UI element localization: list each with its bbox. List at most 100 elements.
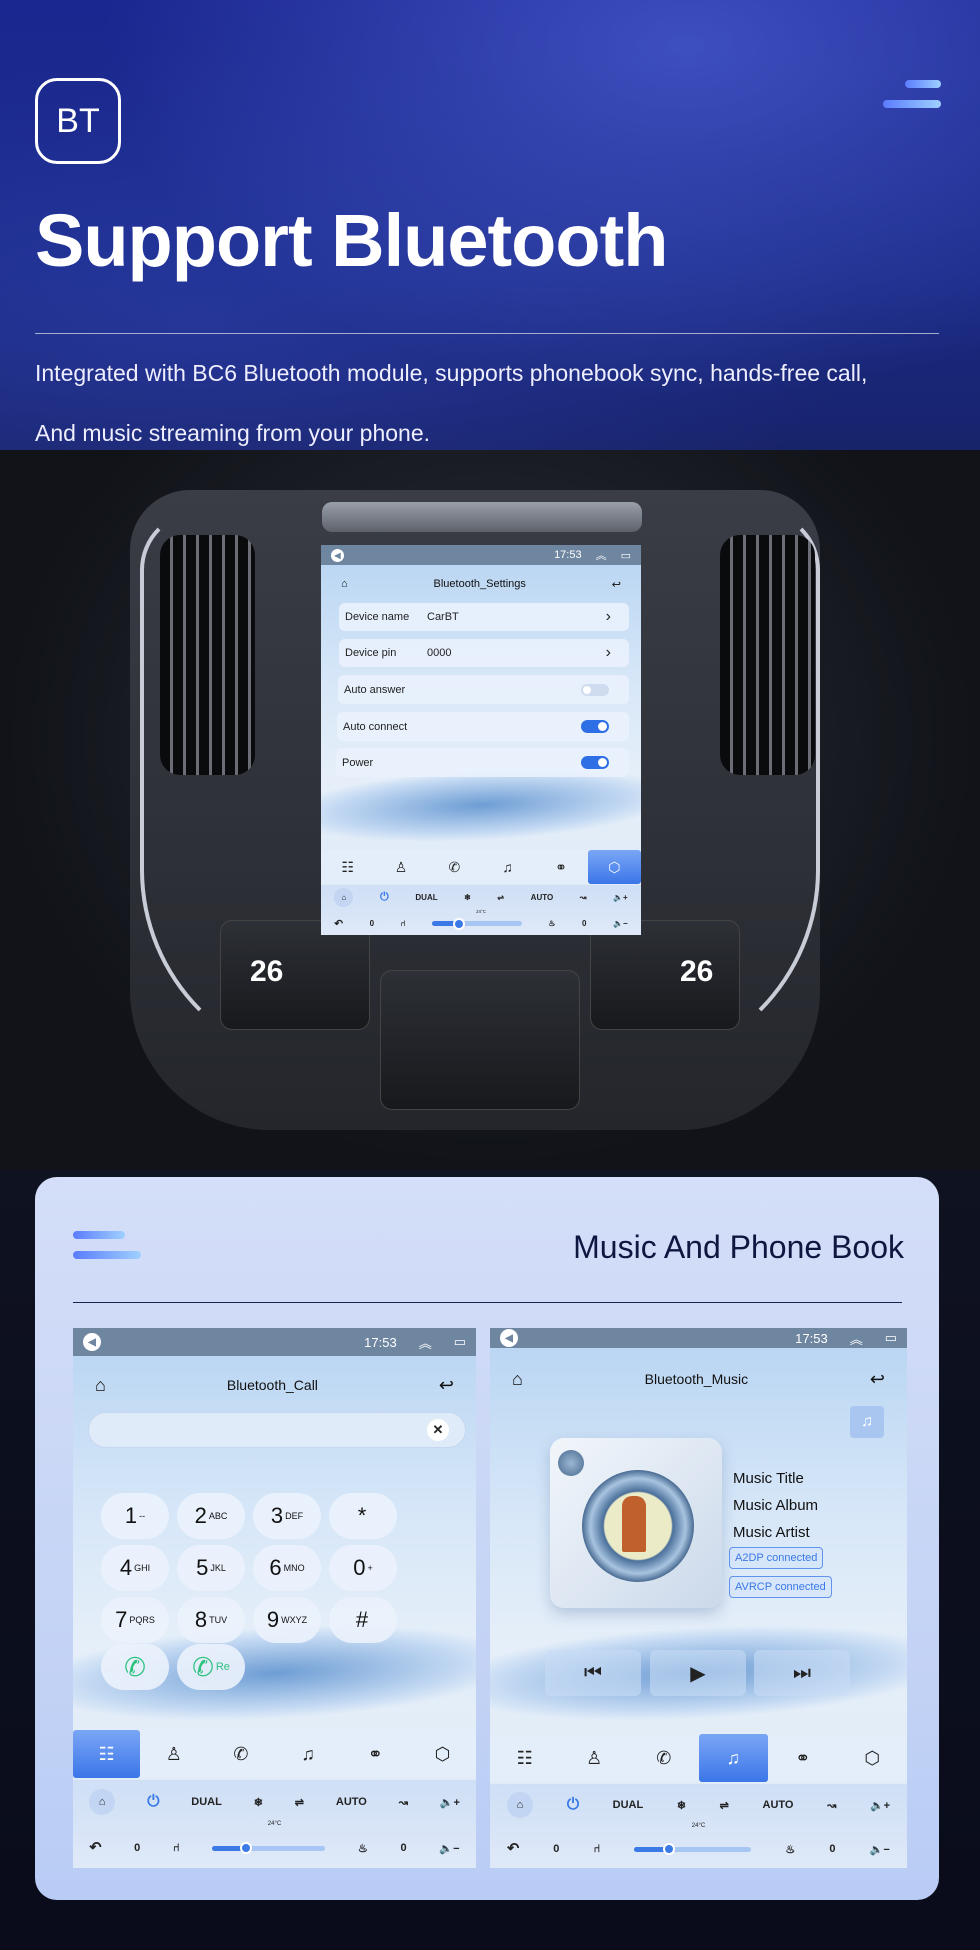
seat-heat-icon[interactable]: ♨ <box>358 1842 368 1855</box>
keypad-key[interactable]: 5 JKL <box>177 1545 245 1591</box>
keypad-key[interactable]: 1 -- <box>101 1493 169 1539</box>
return-icon[interactable]: ↩ <box>612 578 621 591</box>
snowflake-icon[interactable]: ❄ <box>464 893 471 902</box>
collapse-icon[interactable]: ︽ <box>850 1329 863 1348</box>
back-icon[interactable]: ↶ <box>507 1841 519 1857</box>
home-icon[interactable]: ⌂ <box>341 578 348 590</box>
home-icon[interactable]: ⌂ <box>512 1369 523 1390</box>
fan-slider-thumb[interactable] <box>663 1843 676 1856</box>
fan-speed-slider[interactable] <box>432 917 522 930</box>
play-button[interactable]: ▶ <box>650 1650 746 1696</box>
nav-tab-link[interactable]: ⚭ <box>534 850 587 884</box>
airflow-icon[interactable]: ↝ <box>580 893 587 902</box>
return-icon[interactable]: ↩ <box>439 1375 454 1396</box>
back-arrow-icon[interactable]: ◀ <box>331 548 344 562</box>
power-toggle[interactable] <box>581 756 609 769</box>
fan-slider-thumb[interactable] <box>240 1842 253 1855</box>
nav-tab-settings[interactable]: ⬡ <box>838 1734 908 1782</box>
keypad-key[interactable]: 0 + <box>329 1545 397 1591</box>
volume-down-icon[interactable]: 🔈− <box>613 919 628 928</box>
snowflake-icon[interactable]: ❄ <box>254 1796 263 1809</box>
redial-button[interactable]: ✆ Re <box>177 1644 245 1690</box>
snowflake-icon[interactable]: ❄ <box>677 1799 686 1812</box>
nav-tab-contacts[interactable]: ♙ <box>140 1730 207 1778</box>
window-icon[interactable]: ▭ <box>621 549 631 562</box>
power-icon[interactable]: ⏻ <box>567 1796 579 1814</box>
nav-tab-list[interactable]: ☷ <box>321 850 374 884</box>
nav-tab-contacts[interactable]: ♙ <box>374 850 427 884</box>
dual-button[interactable]: DUAL <box>415 893 437 902</box>
seat-icon[interactable]: ⑁ <box>173 1842 180 1854</box>
volume-up-icon[interactable]: 🔈+ <box>440 1796 460 1809</box>
auto-button[interactable]: AUTO <box>531 893 554 902</box>
collapse-icon[interactable]: ︽ <box>419 1333 432 1352</box>
dual-button[interactable]: DUAL <box>191 1796 222 1808</box>
dual-button[interactable]: DUAL <box>613 1799 644 1811</box>
fan-speed-slider[interactable] <box>634 1843 752 1856</box>
nav-tab-link[interactable]: ⚭ <box>768 1734 838 1782</box>
nav-tab-phone[interactable]: ✆ <box>428 850 481 884</box>
fan-speed-slider[interactable] <box>212 1842 326 1855</box>
seat-heat-icon[interactable]: ♨ <box>785 1843 795 1856</box>
nav-tab-music[interactable]: ♫ <box>481 850 534 884</box>
clear-icon[interactable]: ✕ <box>427 1419 449 1441</box>
menu-icon[interactable] <box>883 80 941 120</box>
nav-tab-music[interactable]: ♫ <box>698 1734 768 1782</box>
keypad-key[interactable]: 7 PQRS <box>101 1597 169 1643</box>
recirculation-icon[interactable]: ⇌ <box>720 1799 729 1812</box>
auto-button[interactable]: AUTO <box>763 1799 794 1811</box>
back-icon[interactable]: ↶ <box>334 918 343 930</box>
recirculation-icon[interactable]: ⇌ <box>295 1796 304 1809</box>
auto-answer-toggle[interactable] <box>581 684 609 696</box>
return-icon[interactable]: ↩ <box>870 1369 885 1390</box>
power-icon[interactable]: ⏻ <box>147 1793 159 1811</box>
recirculation-icon[interactable]: ⇌ <box>497 893 504 902</box>
next-button[interactable]: ⏭ <box>754 1650 850 1696</box>
device-pin-row[interactable]: Device pin 0000 › <box>339 639 629 667</box>
volume-up-icon[interactable]: 🔈+ <box>613 893 628 902</box>
back-arrow-icon[interactable]: ◀ <box>500 1329 518 1347</box>
airflow-icon[interactable]: ↝ <box>399 1796 408 1809</box>
home-button[interactable]: ⌂ <box>334 887 354 908</box>
nav-tab-settings[interactable]: ⬡ <box>409 1730 476 1778</box>
nav-tab-settings[interactable]: ⬡ <box>587 850 641 884</box>
auto-connect-toggle[interactable] <box>581 720 609 733</box>
nav-tab-phone[interactable]: ✆ <box>207 1730 274 1778</box>
fan-slider-thumb[interactable] <box>452 917 465 930</box>
call-button[interactable]: ✆ <box>101 1644 169 1690</box>
seat-icon[interactable]: ⑁ <box>594 1843 601 1855</box>
auto-button[interactable]: AUTO <box>336 1796 367 1808</box>
keypad-key[interactable]: * <box>329 1493 397 1539</box>
nav-tab-phone[interactable]: ✆ <box>629 1734 699 1782</box>
power-icon[interactable]: ⏻ <box>380 891 389 904</box>
window-icon[interactable]: ▭ <box>885 1330 897 1346</box>
previous-button[interactable]: ⏮ <box>545 1650 641 1696</box>
seat-heat-icon[interactable]: ♨ <box>548 919 555 928</box>
collapse-icon[interactable]: ︽ <box>596 547 607 563</box>
home-button[interactable]: ⌂ <box>506 1791 534 1819</box>
keypad-key[interactable]: 4 GHI <box>101 1545 169 1591</box>
keypad-key[interactable]: 9 WXYZ <box>253 1597 321 1643</box>
seat-icon[interactable]: ⑁ <box>401 919 406 928</box>
window-icon[interactable]: ▭ <box>454 1334 466 1350</box>
home-icon[interactable]: ⌂ <box>95 1375 106 1396</box>
keypad-key[interactable]: 2 ABC <box>177 1493 245 1539</box>
nav-tab-music[interactable]: ♫ <box>275 1730 342 1778</box>
keypad-key[interactable]: 3 DEF <box>253 1493 321 1539</box>
keypad-key[interactable]: 8 TUV <box>177 1597 245 1643</box>
volume-down-icon[interactable]: 🔈− <box>870 1843 890 1856</box>
nav-tab-link[interactable]: ⚭ <box>342 1730 409 1778</box>
number-input[interactable] <box>88 1412 466 1448</box>
back-arrow-icon[interactable]: ◀ <box>83 1333 101 1351</box>
nav-tab-list[interactable]: ☷ <box>490 1734 560 1782</box>
nav-tab-contacts[interactable]: ♙ <box>560 1734 630 1782</box>
volume-down-icon[interactable]: 🔈− <box>439 1842 459 1855</box>
keypad-key[interactable]: 6 MNO <box>253 1545 321 1591</box>
home-button[interactable]: ⌂ <box>88 1788 116 1816</box>
device-name-row[interactable]: Device name CarBT › <box>339 603 629 631</box>
airflow-icon[interactable]: ↝ <box>827 1799 836 1812</box>
music-source-icon[interactable]: ♫ <box>850 1406 884 1438</box>
volume-up-icon[interactable]: 🔈+ <box>870 1799 890 1812</box>
keypad-key[interactable]: # <box>329 1597 397 1643</box>
nav-tab-list[interactable]: ☷ <box>73 1730 141 1778</box>
